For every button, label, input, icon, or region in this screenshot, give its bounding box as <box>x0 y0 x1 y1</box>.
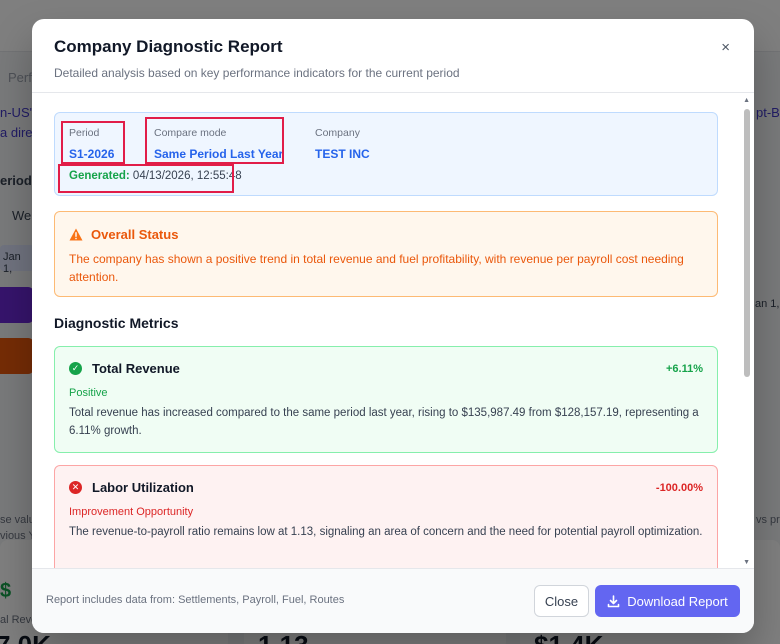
metric-card-total-revenue: ✓ Total Revenue +6.11% Positive Total re… <box>54 346 718 453</box>
scroll-up-arrow-icon[interactable]: ▲ <box>743 97 750 104</box>
metric-card-labor-utilization: ✕ Labor Utilization -100.00% Improvement… <box>54 465 718 568</box>
overall-status-box: Overall Status The company has shown a p… <box>54 211 718 297</box>
modal-header: Company Diagnostic Report Detailed analy… <box>32 19 754 93</box>
highlight-box-period <box>61 121 125 164</box>
download-icon <box>607 594 620 607</box>
company-field: Company TEST INC <box>315 127 370 161</box>
diagnostic-metrics-title: Diagnostic Metrics <box>54 315 179 331</box>
footer-note: Report includes data from: Settlements, … <box>46 594 345 606</box>
download-report-button[interactable]: Download Report <box>595 585 740 617</box>
x-circle-icon: ✕ <box>69 481 82 494</box>
metric-name-label: Labor Utilization <box>92 480 194 495</box>
modal-footer: Report includes data from: Settlements, … <box>32 568 754 633</box>
download-report-label: Download Report <box>627 593 728 609</box>
modal-subtitle: Detailed analysis based on key performan… <box>54 66 460 80</box>
warning-icon <box>69 228 83 241</box>
metric-description: The revenue-to-payroll ratio remains low… <box>69 526 703 538</box>
metric-name-label: Total Revenue <box>92 361 180 376</box>
overall-status-title: Overall Status <box>69 227 703 242</box>
metric-name: ✕ Labor Utilization <box>69 480 194 495</box>
highlight-box-generated <box>58 164 234 193</box>
modal-body[interactable]: ▲ ▼ Period S1-2026 Compare mode Same Per… <box>32 94 754 568</box>
metric-status: Improvement Opportunity <box>69 506 194 518</box>
overall-status-text: The company has shown a positive trend i… <box>69 252 684 284</box>
overall-status-label: Overall Status <box>91 227 179 242</box>
metric-name: ✓ Total Revenue <box>69 361 180 376</box>
report-info-box: Period S1-2026 Compare mode Same Period … <box>54 112 718 196</box>
check-circle-icon: ✓ <box>69 362 82 375</box>
metric-change: -100.00% <box>655 481 703 494</box>
scroll-down-arrow-icon[interactable]: ▼ <box>743 559 750 566</box>
metric-status: Positive <box>69 387 108 399</box>
metric-description: Total revenue has increased compared to … <box>69 407 699 437</box>
close-button[interactable]: Close <box>534 585 589 617</box>
diagnostic-report-modal: Company Diagnostic Report Detailed analy… <box>32 19 754 633</box>
company-label: Company <box>315 127 360 139</box>
highlight-box-compare-mode <box>145 117 284 164</box>
scrollbar-thumb[interactable] <box>744 109 750 377</box>
close-icon[interactable]: × <box>721 39 730 56</box>
metric-change: +6.11% <box>665 362 703 375</box>
company-value: TEST INC <box>315 147 370 161</box>
modal-title: Company Diagnostic Report <box>54 37 283 56</box>
